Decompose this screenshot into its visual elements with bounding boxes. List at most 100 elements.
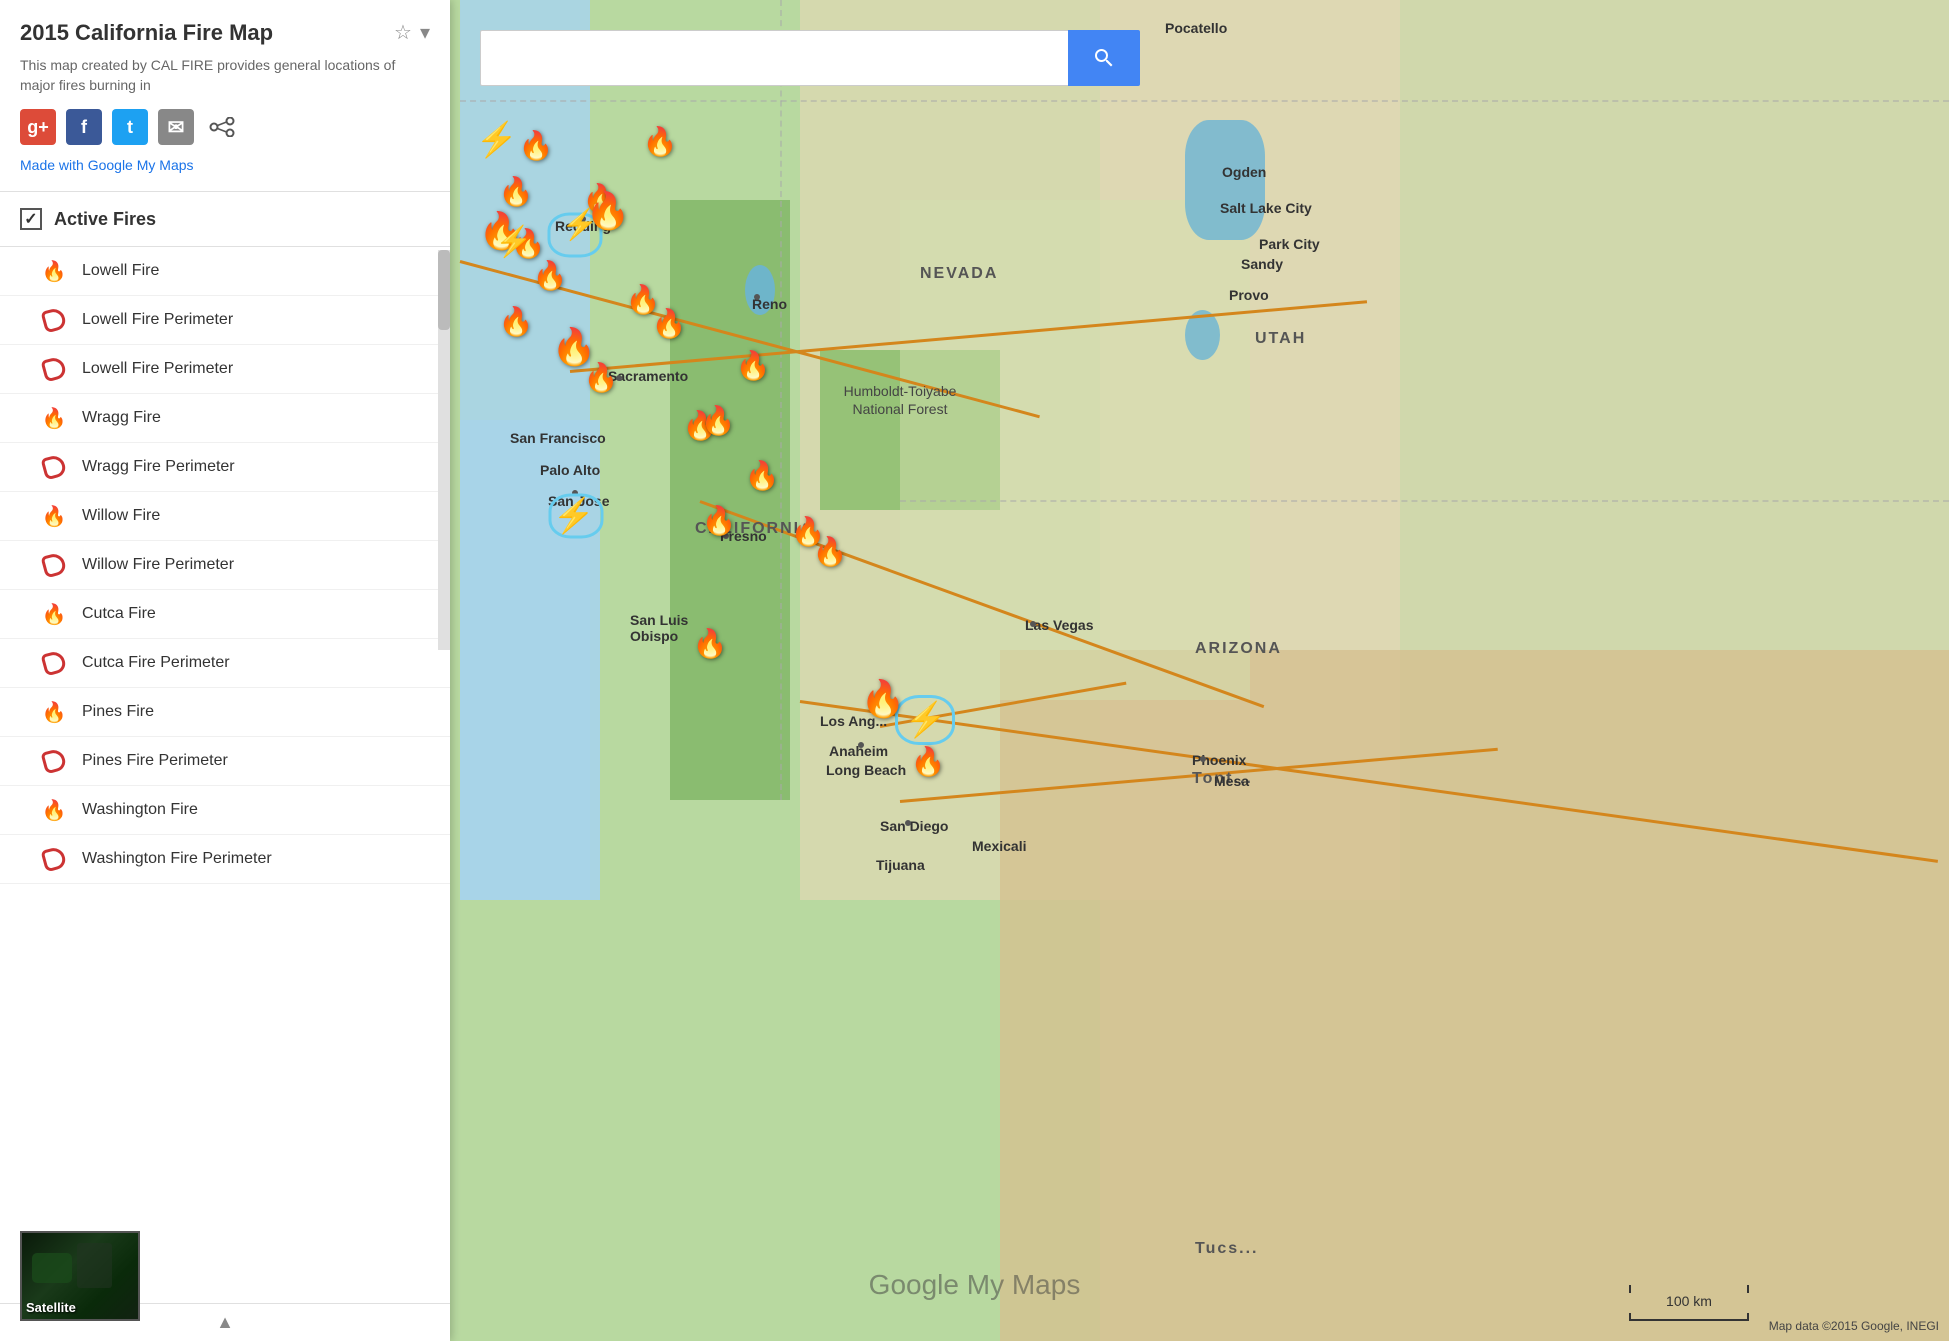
share-button[interactable]	[204, 109, 240, 145]
active-fires-header[interactable]: Active Fires	[0, 192, 450, 247]
layer-label: Lowell Fire Perimeter	[82, 311, 233, 329]
arizona-label: ARIZONA	[1195, 640, 1282, 658]
layer-label: Cutca Fire Perimeter	[82, 654, 230, 672]
perimeter-icon	[40, 747, 68, 775]
map-attribution: Map data ©2015 Google, INEGI	[1769, 1319, 1939, 1333]
layer-label: Washington Fire	[82, 801, 198, 819]
layer-label: Lowell Fire Perimeter	[82, 360, 233, 378]
layer-item[interactable]: 🔥 Wragg Fire	[0, 394, 450, 443]
active-fires-label: Active Fires	[54, 209, 156, 230]
perimeter-icon	[40, 845, 68, 873]
storm-marker-4[interactable]: ⚡	[553, 496, 595, 536]
fire-marker-3[interactable]: 🔥	[499, 175, 534, 208]
sidebar-scrollbar-thumb[interactable]	[438, 250, 450, 330]
satellite-label: Satellite	[26, 1300, 76, 1315]
title-row: 2015 California Fire Map ☆ ▾	[20, 20, 430, 46]
layer-item[interactable]: Willow Fire Perimeter	[0, 541, 450, 590]
storm-marker-2[interactable]: ⚡	[561, 208, 598, 243]
google-maps-watermark: Google My Maps	[869, 1269, 1081, 1301]
search-input[interactable]	[480, 30, 1068, 86]
parkcity-label: Park City	[1259, 236, 1320, 252]
active-fires-checkbox[interactable]	[20, 208, 42, 230]
longbeach-label: Long Beach	[826, 762, 906, 778]
sf-label: San Francisco	[510, 430, 606, 446]
fire-marker-11[interactable]: 🔥	[652, 307, 687, 340]
layers-section[interactable]: Active Fires 🔥 Lowell Fire Lowell Fire Per…	[0, 192, 450, 1303]
twitter-button[interactable]: t	[112, 109, 148, 145]
map-description: This map created by CAL FIRE provides ge…	[20, 56, 430, 95]
layer-label: Wragg Fire	[82, 409, 161, 427]
fire-marker-21[interactable]: 🔥	[693, 627, 728, 660]
star-icon[interactable]: ☆	[394, 20, 412, 45]
fire-marker-22[interactable]: 🔥	[861, 678, 906, 720]
fire-marker-2[interactable]: 🔥	[643, 125, 678, 158]
fire-icon: 🔥	[40, 257, 68, 285]
pocatello-label: Pocatello	[1165, 20, 1227, 36]
layer-label: Pines Fire Perimeter	[82, 752, 228, 770]
layer-label: Lowell Fire	[82, 262, 159, 280]
mesa-label: Mesa	[1214, 773, 1249, 789]
map-title: 2015 California Fire Map	[20, 20, 394, 46]
scale-bar: 100 km	[1629, 1293, 1749, 1321]
fire-icon: 🔥	[40, 404, 68, 432]
fire-marker-23[interactable]: 🔥	[911, 745, 946, 778]
storm-marker-3[interactable]: ⚡	[495, 225, 532, 260]
layer-item[interactable]: 🔥 Lowell Fire	[0, 247, 450, 296]
layer-item[interactable]: Lowell Fire Perimeter	[0, 345, 450, 394]
fire-marker-13[interactable]: 🔥	[584, 361, 619, 394]
utah-label: UTAH	[1255, 330, 1306, 348]
sidebar: 2015 California Fire Map ☆ ▾ This map cr…	[0, 0, 450, 1341]
fire-marker-20[interactable]: 🔥	[813, 535, 848, 568]
fire-marker-1[interactable]: 🔥	[519, 129, 554, 162]
fire-icon: 🔥	[40, 796, 68, 824]
sidebar-scrollbar[interactable]	[438, 250, 450, 650]
sandiego-label: San Diego	[880, 818, 948, 834]
made-with-link[interactable]: Made with Google My Maps	[20, 157, 194, 173]
storm-marker-1[interactable]: ⚡	[476, 120, 518, 160]
chevron-down-icon[interactable]: ▾	[420, 20, 430, 45]
email-button[interactable]: ✉	[158, 109, 194, 145]
tijuana-label: Tijuana	[876, 857, 925, 873]
fire-marker-16[interactable]: 🔥	[701, 404, 736, 437]
perimeter-icon	[40, 453, 68, 481]
nevada-label: NEVADA	[920, 265, 998, 283]
layer-label: Cutca Fire	[82, 605, 156, 623]
satellite-thumbnail[interactable]: Satellite	[20, 1231, 140, 1321]
fire-marker-18[interactable]: 🔥	[702, 504, 737, 537]
tucs-label: Tucs...	[1195, 1240, 1259, 1258]
forest-label: Humboldt-ToiyabeNational Forest	[835, 382, 965, 418]
layer-label: Pines Fire	[82, 703, 154, 721]
layer-item[interactable]: Pines Fire Perimeter	[0, 737, 450, 786]
search-button[interactable]	[1068, 30, 1140, 86]
fire-marker-8[interactable]: 🔥	[533, 259, 568, 292]
storm-marker-5[interactable]: ⚡	[905, 700, 947, 740]
layer-item[interactable]: Washington Fire Perimeter	[0, 835, 450, 884]
google-plus-button[interactable]: g+	[20, 109, 56, 145]
perimeter-icon	[40, 551, 68, 579]
layer-item[interactable]: Wragg Fire Perimeter	[0, 443, 450, 492]
perimeter-icon	[40, 649, 68, 677]
layer-item[interactable]: 🔥 Willow Fire	[0, 492, 450, 541]
layer-label: Washington Fire Perimeter	[82, 850, 272, 868]
mexicali-label: Mexicali	[972, 838, 1026, 854]
layer-item[interactable]: Lowell Fire Perimeter	[0, 296, 450, 345]
fire-marker-14[interactable]: 🔥	[736, 349, 771, 382]
fire-marker-10[interactable]: 🔥	[499, 305, 534, 338]
layer-item[interactable]: 🔥Cutca Fire	[0, 590, 450, 639]
layer-label: Willow Fire Perimeter	[82, 556, 234, 574]
search-bar	[480, 30, 1140, 86]
perimeter-icon	[40, 355, 68, 383]
fire-icon: 🔥	[40, 502, 68, 530]
layer-items-container: 🔥 Lowell Fire Lowell Fire Perimeter Lowell …	[0, 247, 450, 884]
fire-icon: 🔥	[40, 698, 68, 726]
layer-item[interactable]: Cutca Fire Perimeter	[0, 639, 450, 688]
layer-item[interactable]: 🔥 Washington Fire	[0, 786, 450, 835]
sandy-label: Sandy	[1241, 256, 1283, 272]
facebook-button[interactable]: f	[66, 109, 102, 145]
title-actions: ☆ ▾	[394, 20, 430, 45]
layer-label: Willow Fire	[82, 507, 160, 525]
slc-label: Salt Lake City	[1220, 200, 1312, 216]
fire-marker-17[interactable]: 🔥	[745, 459, 780, 492]
layer-item[interactable]: 🔥 Pines Fire	[0, 688, 450, 737]
perimeter-icon	[40, 306, 68, 334]
